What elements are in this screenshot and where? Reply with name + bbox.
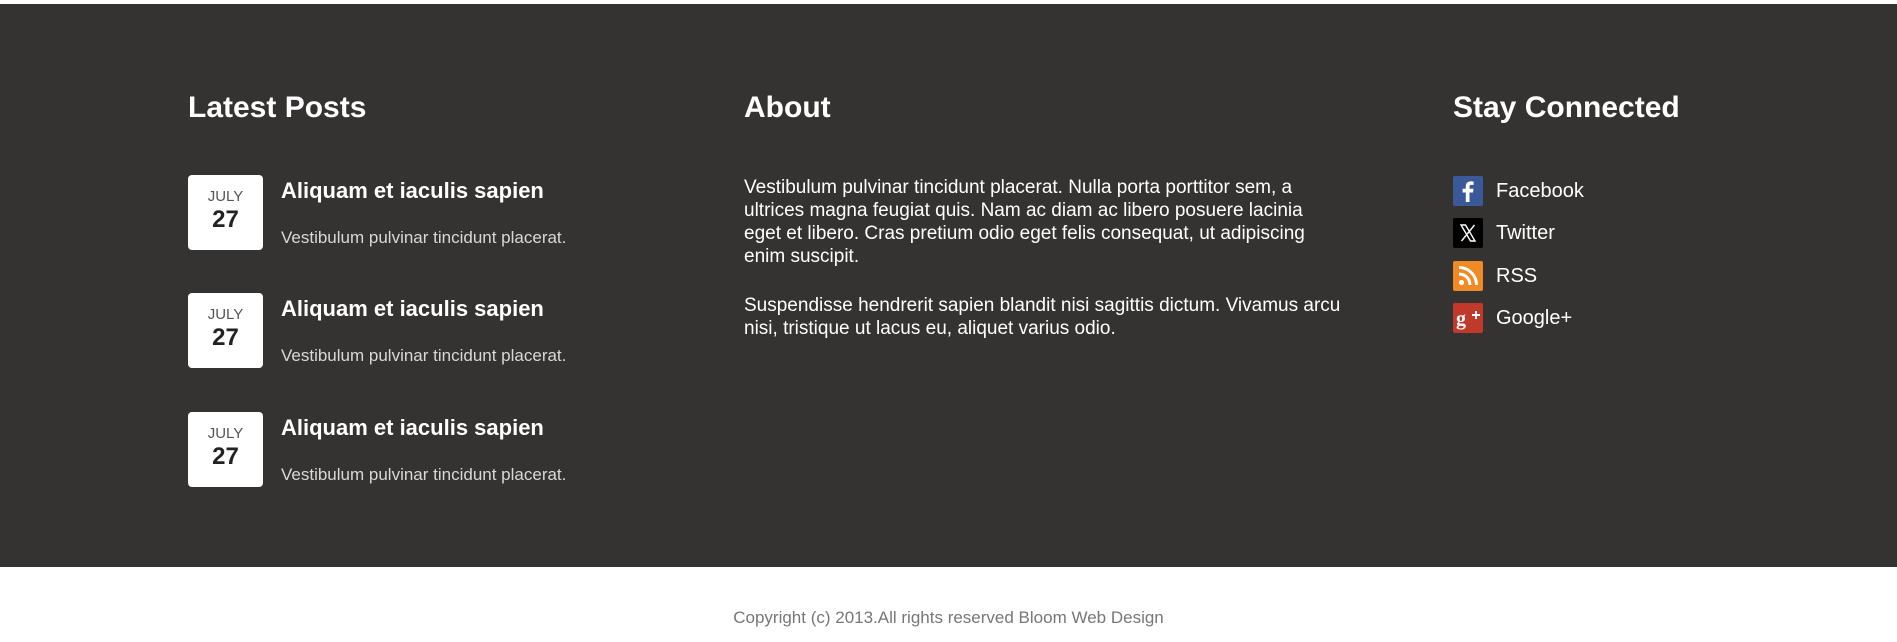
google-plus-icon: g <box>1453 303 1483 333</box>
post-title-link[interactable]: Aliquam et iaculis sapien <box>281 178 544 204</box>
rss-link[interactable]: RSS <box>1453 261 1753 291</box>
post-item[interactable]: JULY 27 Aliquam et iaculis sapien Vestib… <box>188 175 668 251</box>
google-plus-link[interactable]: g Google+ <box>1453 303 1753 333</box>
rss-icon <box>1453 261 1483 291</box>
post-date-day: 27 <box>212 443 239 470</box>
post-date-day: 27 <box>212 324 239 351</box>
post-date-month: JULY <box>207 188 244 205</box>
stay-connected-heading: Stay Connected <box>1453 91 1680 124</box>
post-date-badge: JULY 27 <box>188 175 263 250</box>
about-paragraph: Vestibulum pulvinar tincidunt placerat. … <box>744 177 1305 267</box>
post-date-month: JULY <box>207 425 244 442</box>
post-date-day: 27 <box>212 206 239 233</box>
post-date-badge: JULY 27 <box>188 293 263 368</box>
copyright-text: Copyright (c) 2013.All rights reserved B… <box>733 608 1164 627</box>
post-item[interactable]: JULY 27 Aliquam et iaculis sapien Vestib… <box>188 412 668 488</box>
latest-posts-heading: Latest Posts <box>188 91 367 124</box>
post-excerpt: Vestibulum pulvinar tincidunt placerat. <box>281 346 567 365</box>
twitter-label: Twitter <box>1496 222 1555 244</box>
post-excerpt: Vestibulum pulvinar tincidunt placerat. <box>281 228 567 247</box>
rss-label: RSS <box>1496 265 1538 287</box>
twitter-x-icon <box>1453 218 1483 248</box>
about-heading: About <box>744 91 831 124</box>
post-title-link[interactable]: Aliquam et iaculis sapien <box>281 296 544 322</box>
facebook-icon <box>1453 176 1483 206</box>
post-item[interactable]: JULY 27 Aliquam et iaculis sapien Vestib… <box>188 293 668 369</box>
post-date-month: JULY <box>207 306 244 323</box>
post-excerpt: Vestibulum pulvinar tincidunt placerat. <box>281 465 567 484</box>
twitter-link[interactable]: Twitter <box>1453 218 1753 248</box>
google-plus-label: Google+ <box>1496 307 1573 329</box>
footer-main: Latest Posts JULY 27 Aliquam et iaculis … <box>0 4 1897 567</box>
about-paragraph: Suspendisse hendrerit sapien blandit nis… <box>744 295 1341 339</box>
facebook-label: Facebook <box>1496 180 1584 202</box>
svg-text:g: g <box>1456 308 1466 330</box>
facebook-link[interactable]: Facebook <box>1453 176 1753 206</box>
post-title-link[interactable]: Aliquam et iaculis sapien <box>281 415 544 441</box>
post-date-badge: JULY 27 <box>188 412 263 487</box>
